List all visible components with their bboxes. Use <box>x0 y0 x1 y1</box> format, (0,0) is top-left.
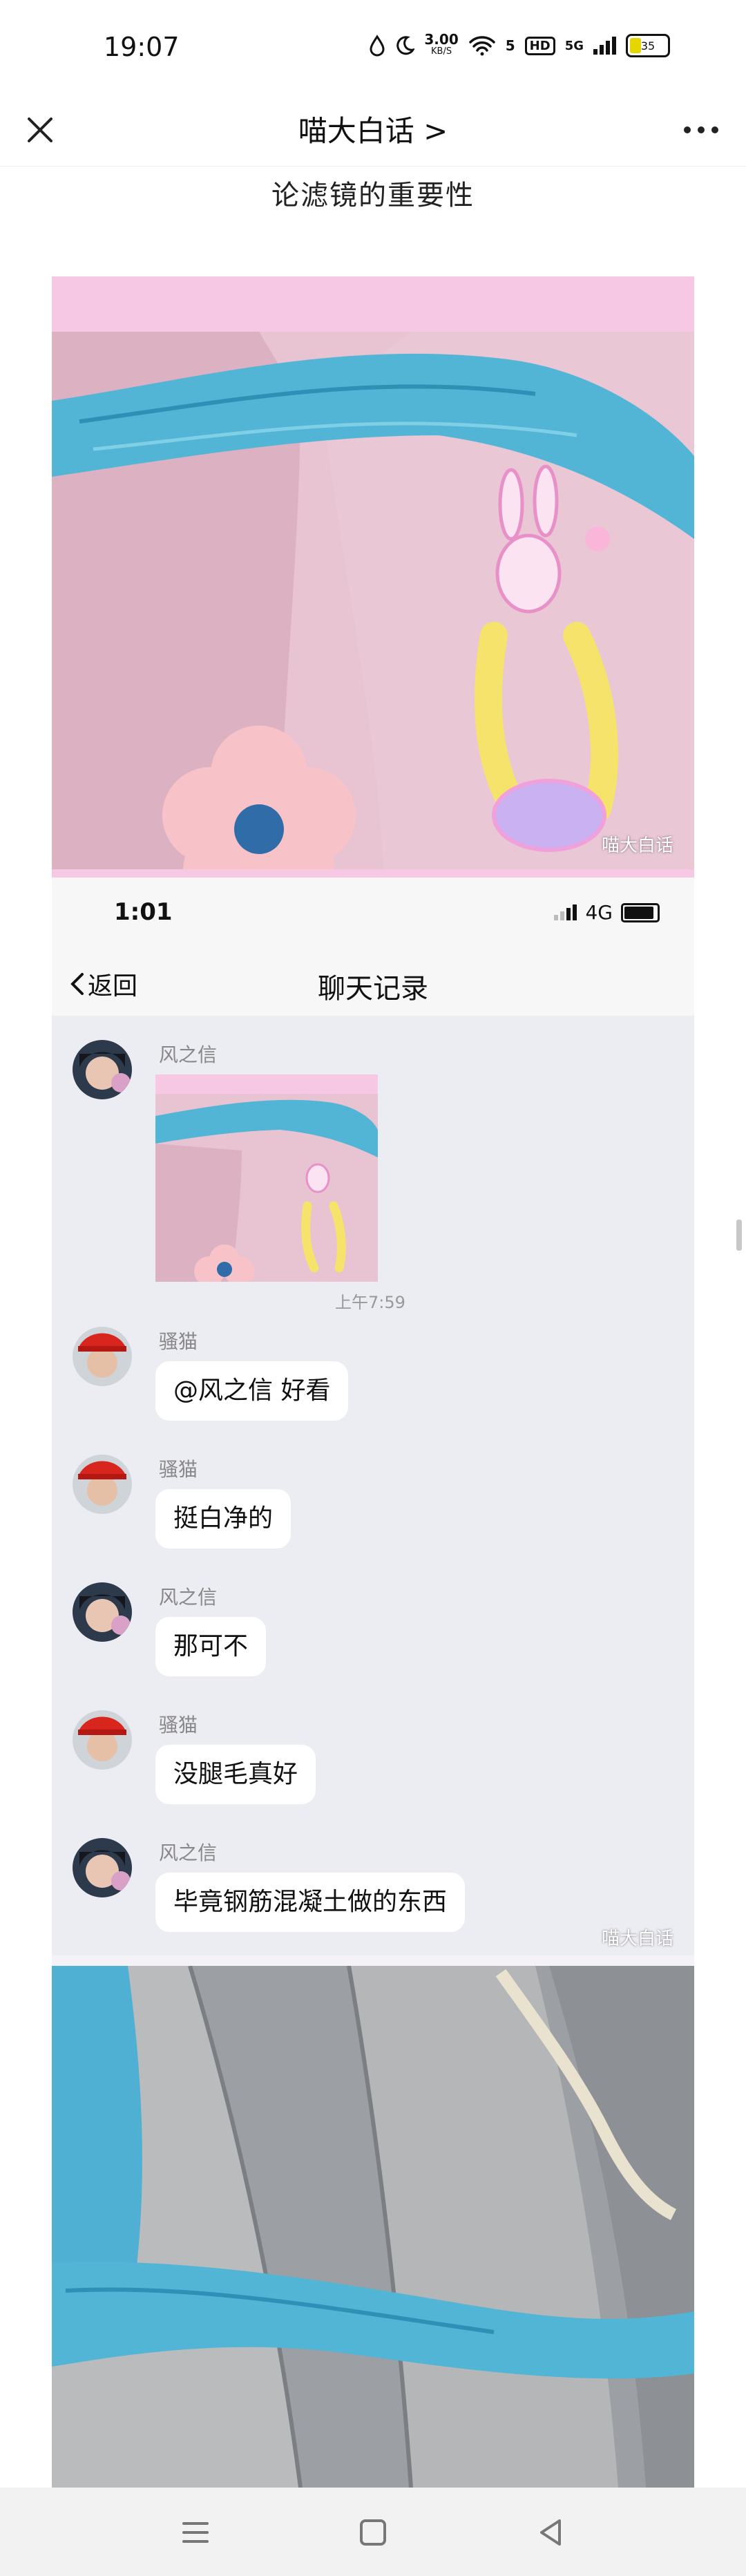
photo-illustration <box>52 332 694 878</box>
watermark: 喵大白话 <box>601 835 673 856</box>
message-time: 上午7:59 <box>335 1293 405 1312</box>
account-title[interactable]: 喵大白话 > <box>0 108 746 150</box>
avatar <box>73 1455 132 1514</box>
chat-title: 聊天记录 <box>318 973 428 1005</box>
signal-label: 5 <box>505 37 515 54</box>
filtered-photo: 喵大白话 <box>52 276 694 878</box>
net-speed: 3.00 KB/S <box>424 31 459 58</box>
sender-name: 风之信 <box>159 1841 218 1864</box>
chat-history: 风之信 上午7:59 骚猫 @风之信 好看 骚猫 挺白净的 风之信 那可不 骚猫… <box>52 1016 694 1955</box>
avatar <box>73 1582 132 1642</box>
message-bubble[interactable]: 那可不 <box>155 1617 267 1676</box>
message-bubble[interactable]: 毕竟钢筋混凝土做的东西 <box>155 1873 466 1932</box>
system-nav-bar <box>0 2488 746 2576</box>
pipes-illustration <box>52 1966 694 2488</box>
avatar <box>73 1838 132 1897</box>
image-message[interactable] <box>155 1074 378 1282</box>
moon-icon <box>396 36 415 55</box>
signal-bars-icon <box>593 37 616 55</box>
article-heading: 论滤镜的重要性 <box>271 180 475 211</box>
wifi-icon <box>469 36 495 56</box>
avatar <box>73 1327 132 1386</box>
net-speed-value: 3.00 <box>424 31 459 48</box>
meme-image[interactable]: 喵大白话 1:01 4G 返回 聊天记录 风之信 上午7:59 骚猫 @风之信 … <box>52 276 694 2488</box>
sender-name: 骚猫 <box>159 1714 198 1736</box>
scroll-indicator[interactable] <box>736 1220 742 1251</box>
home-icon[interactable] <box>356 2515 390 2550</box>
message-bubble[interactable]: 没腿毛真好 <box>155 1745 316 1804</box>
inner-status-icons: 4G <box>554 901 660 924</box>
inner-network: 4G <box>585 901 613 924</box>
sender-name: 风之信 <box>159 1586 218 1609</box>
pink-band-bottom <box>52 869 694 878</box>
status-time: 19:07 <box>104 32 180 62</box>
inner-status-bar: 1:01 4G <box>52 878 694 947</box>
sender-name: 风之信 <box>159 1043 218 1066</box>
sender-name: 骚猫 <box>159 1458 198 1481</box>
reality-photo <box>52 1966 694 2488</box>
net-speed-unit: KB/S <box>431 46 452 57</box>
status-bar: 19:07 3.00 KB/S 5 HD 5G 35 <box>0 0 746 97</box>
battery-icon: 35 <box>626 34 670 57</box>
top-nav-bar: 喵大白话 > <box>0 97 746 167</box>
network-5g-label: 5G <box>564 38 584 53</box>
chat-header: 返回 聊天记录 <box>52 947 694 1016</box>
message-bubble[interactable]: 挺白净的 <box>155 1489 291 1549</box>
message-bubble[interactable]: @风之信 好看 <box>155 1361 349 1421</box>
more-dots-icon[interactable] <box>677 109 725 151</box>
sender-name: 骚猫 <box>159 1330 198 1353</box>
inner-time: 1:01 <box>114 898 173 926</box>
avatar <box>73 1710 132 1770</box>
battery-level: 35 <box>640 39 656 53</box>
inner-signal-icon <box>554 905 577 920</box>
back-triangle-icon[interactable] <box>533 2515 568 2550</box>
menu-icon[interactable] <box>178 2515 213 2550</box>
status-icons: 3.00 KB/S 5 HD 5G 35 <box>369 31 670 58</box>
hd-badge: HD <box>524 36 555 55</box>
avatar <box>73 1040 132 1099</box>
drop-icon <box>370 35 385 57</box>
inner-battery-icon <box>621 902 660 922</box>
watermark: 喵大白话 <box>601 1929 673 1949</box>
